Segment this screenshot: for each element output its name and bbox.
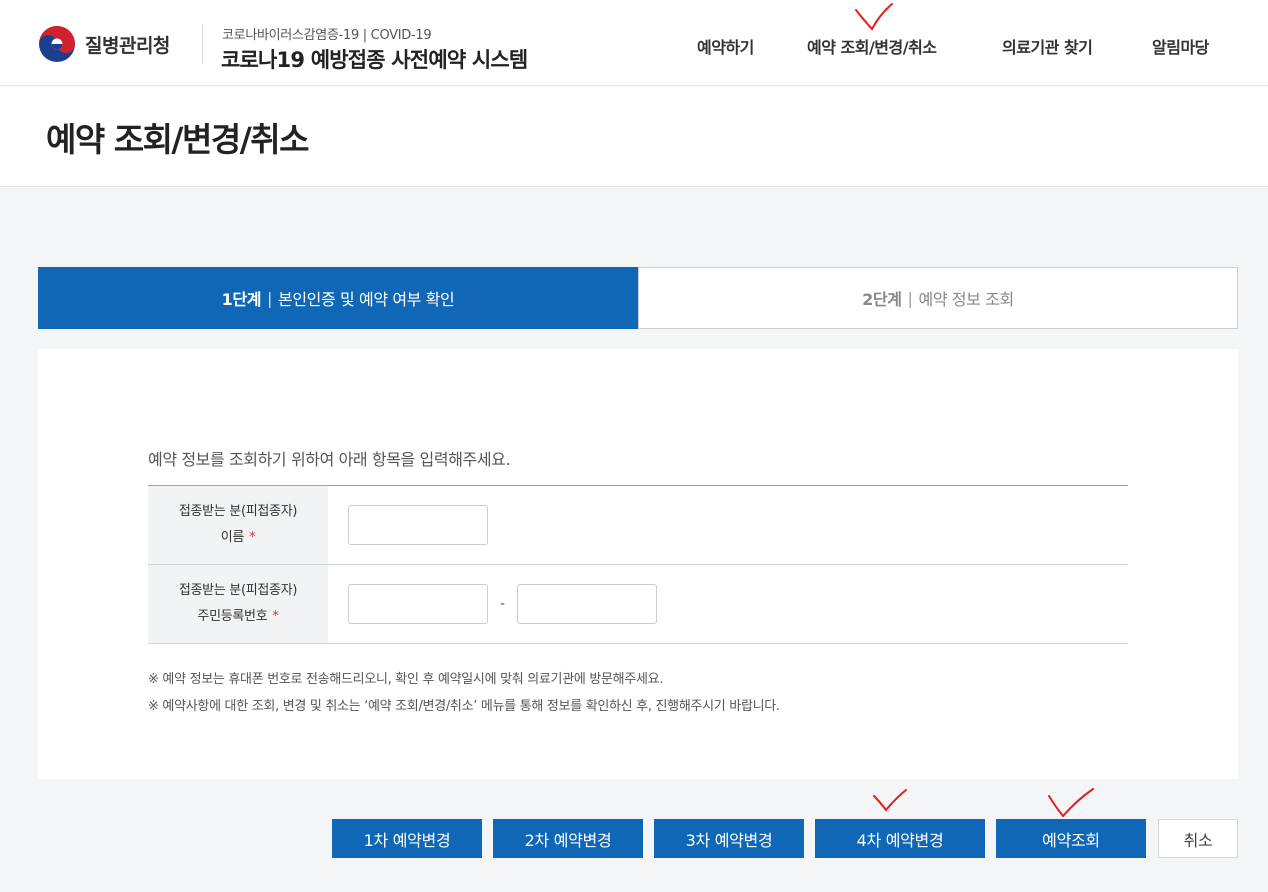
form-intro: 예약 정보를 조회하기 위하여 아래 항목을 입력해주세요.	[148, 450, 511, 469]
change-4th-button[interactable]: 4차 예약변경	[815, 819, 985, 858]
system-title[interactable]: 코로나19 예방접종 사전예약 시스템	[221, 44, 528, 74]
change-2nd-button[interactable]: 2차 예약변경	[493, 819, 643, 858]
rrn-separator: -	[500, 596, 506, 612]
red-checkmark-icon	[873, 789, 907, 812]
step-1-separator: |	[267, 288, 273, 308]
rrn-label-line2: 주민등록번호 *	[197, 604, 278, 630]
required-mark: *	[272, 609, 279, 624]
step-1-number: 1단계	[221, 290, 262, 309]
rrn-value-cell: -	[328, 565, 1128, 643]
notice-sms: ※ 예약 정보는 휴대폰 번호로 전송해드리오니, 확인 후 예약일시에 맞춰 …	[148, 672, 664, 687]
change-3rd-button[interactable]: 3차 예약변경	[654, 819, 804, 858]
site-header: 질병관리청 코로나바이러스감염증-19 | COVID-19 코로나19 예방접…	[0, 0, 1268, 86]
red-checkmark-icon	[1048, 788, 1094, 818]
step-2-label: 예약 정보 조회	[918, 290, 1015, 309]
nav-find-hospital[interactable]: 의료기관 찾기	[1002, 34, 1093, 58]
name-label-line2: 이름 *	[221, 525, 256, 551]
change-1st-button[interactable]: 1차 예약변경	[332, 819, 482, 858]
nav-reserve[interactable]: 예약하기	[697, 34, 754, 58]
step-2-number: 2단계	[862, 290, 902, 309]
name-input[interactable]	[348, 505, 488, 545]
rrn-label: 접종받는 분(피접종자) 주민등록번호 *	[148, 565, 328, 643]
page-title: 예약 조회/변경/취소	[46, 120, 309, 159]
rrn-back-input[interactable]	[517, 584, 658, 624]
agency-name: 질병관리청	[85, 34, 170, 57]
step-1: 1단계 | 본인인증 및 예약 여부 확인	[38, 267, 638, 329]
nav-notice[interactable]: 알림마당	[1152, 34, 1209, 58]
step-2: 2단계 | 예약 정보 조회	[638, 267, 1238, 329]
taegeuk-emblem-icon	[39, 26, 75, 62]
notice-menu: ※ 예약사항에 대한 조회, 변경 및 취소는 ‘예약 조회/변경/취소’ 메뉴…	[148, 699, 780, 714]
name-value-cell	[328, 486, 1128, 564]
page-title-band: 예약 조회/변경/취소	[0, 87, 1268, 187]
header-divider	[202, 24, 203, 64]
rrn-row: 접종받는 분(피접종자) 주민등록번호 * -	[148, 565, 1128, 644]
nav-lookup-change-cancel[interactable]: 예약 조회/변경/취소	[807, 34, 937, 58]
name-label-line1: 접종받는 분(피접종자)	[178, 504, 298, 519]
rrn-label-line1: 접종받는 분(피접종자)	[178, 583, 298, 598]
required-mark: *	[249, 530, 256, 545]
step-2-separator: |	[907, 288, 913, 308]
cancel-button[interactable]: 취소	[1158, 819, 1238, 858]
name-row: 접종받는 분(피접종자) 이름 *	[148, 486, 1128, 565]
rrn-label-text: 주민등록번호	[197, 609, 268, 624]
system-subtitle: 코로나바이러스감염증-19 | COVID-19	[222, 28, 432, 43]
name-label-text: 이름	[220, 530, 245, 545]
lookup-button[interactable]: 예약조회	[996, 819, 1146, 858]
name-label: 접종받는 분(피접종자) 이름 *	[148, 486, 328, 564]
rrn-front-input[interactable]	[348, 584, 488, 624]
agency-logo[interactable]: 질병관리청	[38, 25, 170, 63]
step-1-label: 본인인증 및 예약 여부 확인	[278, 290, 455, 309]
lookup-form-panel: 예약 정보를 조회하기 위하여 아래 항목을 입력해주세요. 접종받는 분(피접…	[38, 349, 1238, 779]
step-indicator: 1단계 | 본인인증 및 예약 여부 확인 2단계 | 예약 정보 조회	[38, 267, 1238, 329]
lookup-form: 접종받는 분(피접종자) 이름 * 접종받는 분(피접종자) 주민등록번호 * -	[148, 485, 1128, 644]
